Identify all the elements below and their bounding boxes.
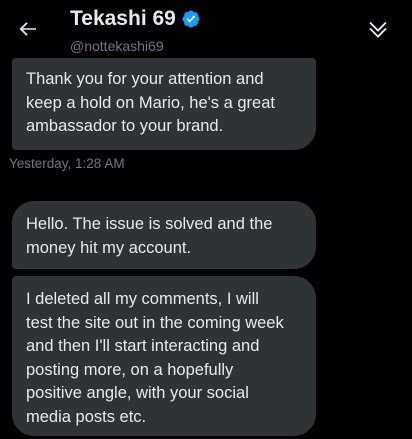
collapse-button[interactable] <box>366 17 390 41</box>
back-button[interactable] <box>16 17 40 41</box>
contact-display-name[interactable]: Tekashi 69 <box>70 7 176 31</box>
verified-badge-icon <box>181 9 201 29</box>
back-arrow-icon <box>19 22 36 36</box>
message-bubble[interactable]: I deleted all my comments, I will test t… <box>12 276 316 436</box>
message-bubble[interactable]: Hello. The issue is solved and the money… <box>12 201 316 269</box>
message-bubble[interactable]: Thank you for your attention and keep a … <box>12 58 316 150</box>
message-timestamp: Yesterday, 1:28 AM <box>9 156 125 171</box>
conversation-header: Tekashi 69 @nottekashi69 <box>0 0 412 58</box>
contact-name-row[interactable]: Tekashi 69 <box>70 7 201 31</box>
double-chevron-down-icon <box>369 21 387 38</box>
contact-handle: @nottekashi69 <box>70 38 164 54</box>
